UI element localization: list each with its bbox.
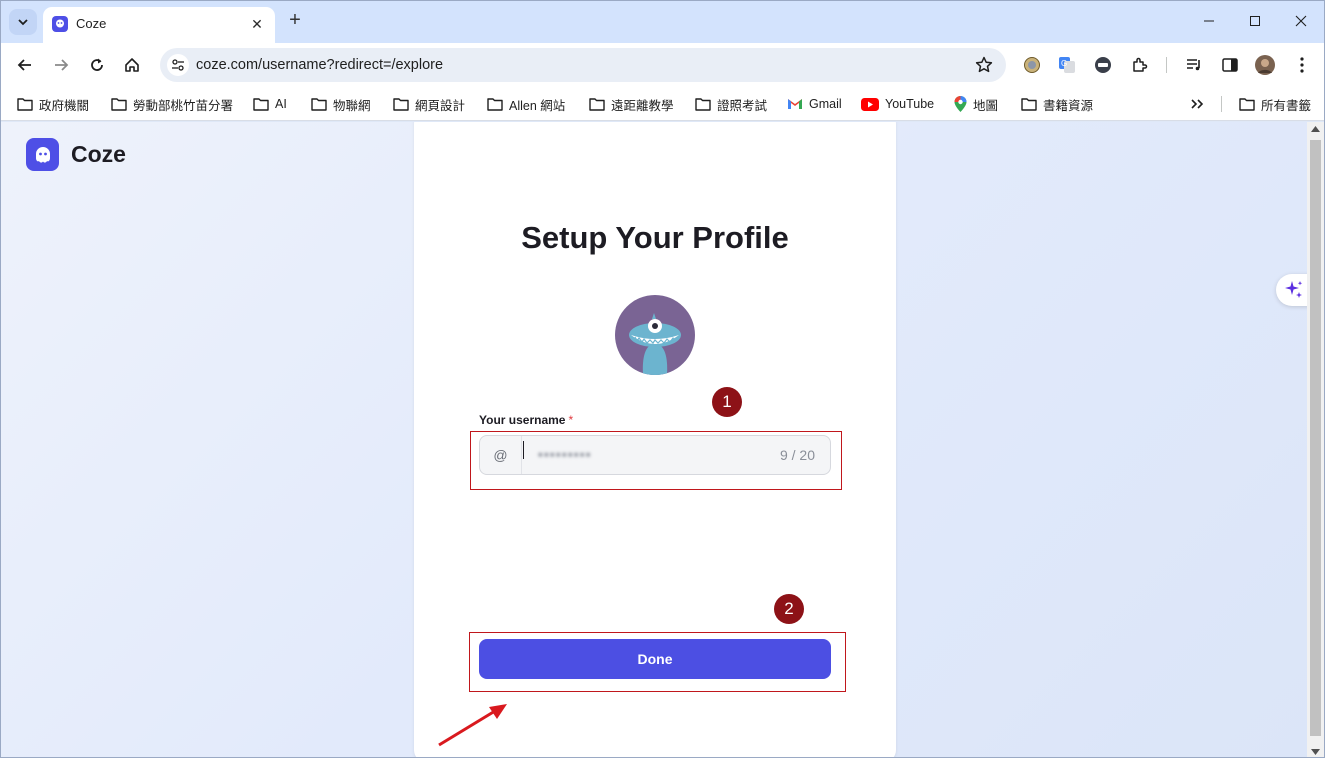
bookmark-item[interactable]: 遠距離教學: [589, 95, 674, 113]
bookmark-item[interactable]: 網頁設計: [393, 95, 465, 113]
minimize-button[interactable]: [1186, 7, 1232, 35]
bookmark-item[interactable]: AI: [253, 95, 287, 113]
annotation-box-username: [470, 431, 842, 490]
reload-icon: [91, 58, 103, 71]
google-translate-icon[interactable]: G: [1057, 55, 1077, 75]
back-arrow-icon: [17, 59, 31, 71]
tab-search-button[interactable]: [9, 9, 37, 35]
browser-window: Coze ✕ + coze.com/username?redirect=/exp…: [0, 0, 1325, 758]
bookmark-star-icon[interactable]: [974, 55, 994, 75]
url-text: coze.com/username?redirect=/explore: [196, 57, 444, 73]
folder-icon: [311, 98, 327, 111]
close-tab-icon[interactable]: ✕: [248, 15, 266, 33]
coze-logo-icon: [26, 138, 59, 171]
gmail-icon: [788, 99, 802, 109]
folder-icon: [487, 98, 503, 111]
youtube-icon: [861, 97, 879, 111]
bookmark-item[interactable]: Allen 網站: [487, 95, 565, 113]
folder-icon: [589, 98, 605, 111]
forward-arrow-icon: [55, 59, 69, 71]
minimize-icon: [1204, 20, 1214, 22]
maps-pin-icon: [954, 96, 967, 112]
coze-favicon-icon: [52, 16, 68, 32]
more-bookmarks-button[interactable]: [1190, 95, 1210, 113]
close-icon: [1295, 15, 1307, 27]
tab-title: Coze: [76, 16, 107, 31]
brand-name: Coze: [71, 141, 126, 167]
web-chat-extension-icon[interactable]: [1093, 55, 1113, 75]
forward-button[interactable]: [48, 52, 74, 78]
folder-icon: [253, 98, 269, 111]
bookmark-youtube[interactable]: YouTube: [861, 95, 934, 113]
avatar[interactable]: [615, 295, 695, 375]
folder-icon: [1239, 98, 1255, 111]
scroll-up-arrow-icon[interactable]: [1311, 126, 1320, 132]
bookmark-divider: [1221, 96, 1222, 112]
bookmark-maps[interactable]: 地圖: [954, 95, 998, 113]
page-scrollbar[interactable]: [1307, 122, 1324, 757]
extensions-puzzle-icon[interactable]: [1130, 55, 1150, 75]
annotation-box-done: [469, 632, 846, 692]
side-panel-icon[interactable]: [1220, 55, 1240, 75]
folder-icon: [695, 98, 711, 111]
bookmark-item[interactable]: 政府機關: [17, 95, 89, 113]
folder-icon: [1021, 98, 1037, 111]
media-queue-icon[interactable]: [1184, 55, 1204, 75]
browser-toolbar: coze.com/username?redirect=/explore G: [1, 43, 1324, 87]
folder-icon: [393, 98, 409, 111]
new-tab-button[interactable]: +: [284, 10, 306, 32]
bookmarks-bar: 政府機關 勞動部桃竹苗分署 AI 物聯網 網頁設計 Allen 網站 遠距離教學: [1, 87, 1324, 121]
annotation-arrow-icon: [438, 704, 507, 747]
all-bookmarks-button[interactable]: 所有書籤: [1239, 95, 1311, 113]
tab-coze[interactable]: Coze ✕: [43, 7, 275, 43]
annotation-badge-2: 2: [774, 594, 804, 624]
required-mark: *: [568, 413, 574, 427]
address-bar[interactable]: coze.com/username?redirect=/explore: [160, 48, 1006, 82]
chevron-down-icon: [18, 19, 28, 26]
maximize-button[interactable]: [1232, 7, 1278, 35]
svg-text:G: G: [1061, 59, 1067, 68]
bookmark-item[interactable]: 書籍資源: [1021, 95, 1093, 113]
username-label: Your username *: [479, 413, 574, 427]
close-window-button[interactable]: [1278, 7, 1324, 35]
bookmark-item[interactable]: 勞動部桃竹苗分署: [111, 95, 233, 113]
profile-avatar[interactable]: [1255, 55, 1275, 75]
page-title: Setup Your Profile: [521, 220, 789, 255]
folder-icon: [17, 98, 33, 111]
toolbar-divider: [1166, 57, 1167, 73]
ai-assistant-button[interactable]: [1276, 274, 1307, 306]
home-button[interactable]: [119, 52, 145, 78]
bookmark-item[interactable]: 證照考試: [695, 95, 767, 113]
browser-menu-icon[interactable]: [1292, 55, 1312, 75]
maximize-icon: [1250, 16, 1260, 26]
extension-coin-icon[interactable]: [1022, 55, 1042, 75]
reload-button[interactable]: [84, 52, 110, 78]
back-button[interactable]: [12, 52, 38, 78]
folder-icon: [111, 98, 127, 111]
coze-logo[interactable]: Coze: [26, 138, 126, 171]
scrollbar-thumb[interactable]: [1310, 140, 1321, 736]
double-chevron-right-icon: [1191, 99, 1204, 109]
scroll-down-arrow-icon[interactable]: [1311, 749, 1320, 755]
site-info-icon[interactable]: [167, 54, 189, 76]
bookmark-item[interactable]: 物聯網: [311, 95, 371, 113]
annotation-badge-1: 1: [712, 387, 742, 417]
sparkle-icon: [1285, 281, 1303, 298]
bookmark-gmail[interactable]: Gmail: [787, 95, 842, 113]
tab-strip: Coze ✕ +: [1, 1, 1324, 43]
home-icon: [125, 58, 139, 72]
